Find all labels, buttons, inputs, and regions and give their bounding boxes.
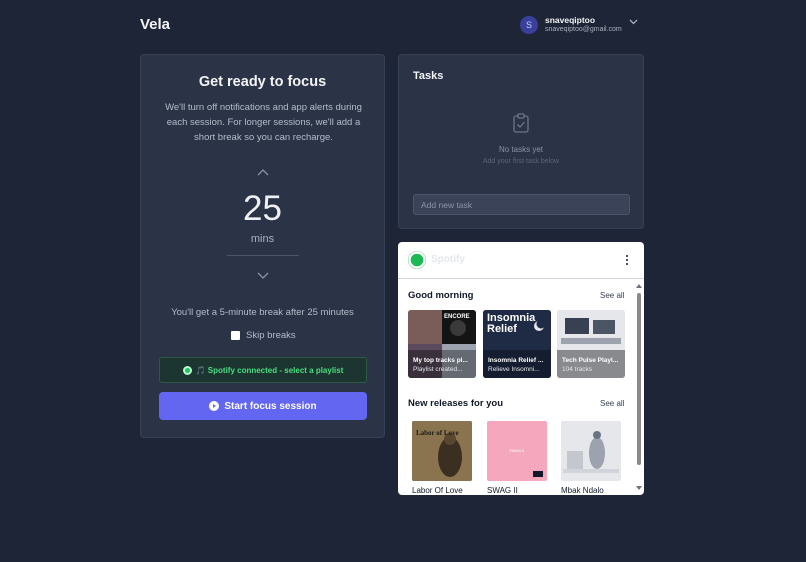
greeting-section-title: Good morning: [408, 290, 474, 301]
playlist-subtitle: 104 tracks: [562, 366, 592, 373]
release-cover[interactable]: [561, 421, 621, 481]
playlist-subtitle: Playlist created...: [413, 366, 463, 373]
skip-breaks-toggle[interactable]: Skip breaks: [231, 330, 296, 341]
release-title: Mbak Ndalo: [561, 486, 604, 495]
tasks-title: Tasks: [413, 70, 444, 82]
playlist-title: Insomnia Relief ...: [488, 357, 544, 364]
playlist-title: Tech Pulse Playl...: [562, 357, 619, 364]
playlist-title: My top tracks pl...: [413, 357, 468, 364]
see-all-link[interactable]: See all: [600, 291, 624, 300]
spotify-logo-icon: [408, 251, 426, 269]
release-cover[interactable]: SWAG II: [487, 421, 547, 481]
chevron-down-icon[interactable]: [629, 19, 638, 25]
playlist-card[interactable]: Tech Pulse Playl... 104 tracks: [557, 310, 625, 378]
user-info: snaveqiptoo snaveqiptoo@gmail.com: [545, 15, 622, 35]
focus-description: We'll turn off notifications and app ale…: [165, 102, 362, 143]
user-menu[interactable]: S snaveqiptoo snaveqiptoo@gmail.com: [520, 15, 638, 35]
labor-of-love-cover-text: Labor of Love: [416, 429, 459, 437]
minutes-unit: mins: [250, 233, 275, 245]
playlist-card[interactable]: Insomnia Relief Insomnia Relief ... Reli…: [483, 310, 551, 378]
skip-breaks-label: Skip breaks: [246, 330, 296, 341]
focus-panel: Get ready to focus We'll turn off notifi…: [140, 54, 385, 438]
mbak-ndalo-cover: [561, 421, 621, 481]
swag-ii-cover-text: SWAG II: [509, 448, 524, 453]
spotify-widget: Spotify Good morning See all ENCORE My t…: [398, 242, 644, 495]
playlist-card[interactable]: ENCORE My top tracks pl... Playlist crea…: [408, 310, 476, 378]
user-email: snaveqiptoo@gmail.com: [545, 26, 622, 33]
avatar: S: [520, 16, 538, 34]
user-name: snaveqiptoo: [545, 15, 596, 25]
release-title: SWAG II: [487, 486, 518, 495]
encore-cover-text: ENCORE: [444, 314, 470, 320]
skip-breaks-checkbox[interactable]: [231, 331, 240, 340]
spotify-header: Spotify: [398, 242, 644, 279]
spotify-title: Spotify: [431, 254, 465, 265]
start-focus-button[interactable]: Start focus session: [159, 392, 367, 420]
focus-title: Get ready to focus: [198, 74, 327, 90]
spotify-status-text: 🎵 Spotify connected - select a playlist: [195, 365, 344, 375]
swag-ii-cover: SWAG II: [487, 421, 547, 481]
more-options-icon[interactable]: [625, 254, 629, 266]
start-focus-label: Start focus session: [224, 400, 317, 412]
playlist-subtitle: Relieve Insomni...: [488, 366, 540, 373]
labor-of-love-cover: Labor of Love: [412, 421, 472, 481]
minutes-value: 25: [243, 189, 282, 228]
status-dot-icon: [182, 365, 192, 375]
scroll-up-icon[interactable]: [636, 284, 642, 289]
new-task-input[interactable]: [413, 194, 630, 215]
clipboard-check-icon: [513, 113, 529, 133]
scroll-down-icon[interactable]: [636, 486, 642, 491]
scrollbar[interactable]: [636, 284, 642, 491]
release-cover[interactable]: Labor of Love: [412, 421, 472, 481]
see-all-releases-link[interactable]: See all: [600, 399, 624, 408]
time-divider: [227, 255, 299, 256]
release-title: Labor Of Love: [412, 486, 463, 495]
decrease-time-icon[interactable]: [257, 271, 269, 281]
scroll-thumb[interactable]: [637, 293, 641, 465]
insomnia-cover-text: Insomnia Relief: [487, 312, 536, 335]
increase-time-icon[interactable]: [257, 167, 269, 177]
app-logo: Vela: [140, 16, 171, 33]
spotify-status[interactable]: 🎵 Spotify connected - select a playlist: [159, 357, 367, 383]
releases-section-title: New releases for you: [408, 398, 504, 409]
play-icon: [209, 401, 220, 411]
break-note: You'll get a 5-minute break after 25 min…: [171, 307, 354, 318]
empty-state-title: No tasks yet: [498, 145, 543, 154]
tasks-panel: Tasks No tasks yet Add your first task b…: [398, 54, 644, 229]
empty-state-subtitle: Add your first task below: [482, 158, 560, 165]
